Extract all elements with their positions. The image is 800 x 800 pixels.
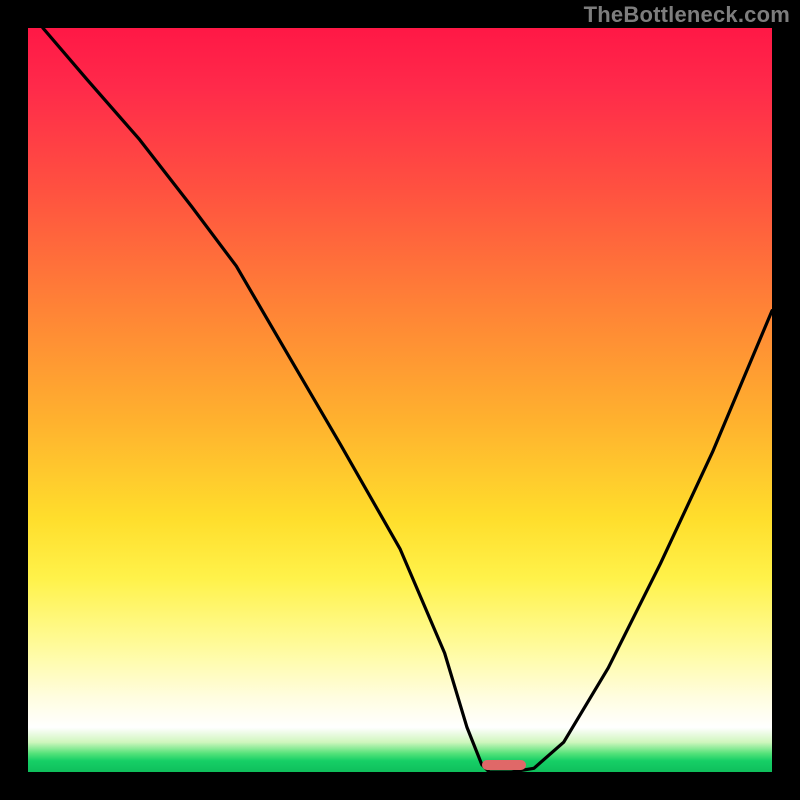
plot-area (28, 28, 772, 772)
watermark-text: TheBottleneck.com (584, 2, 790, 28)
optimal-marker (482, 760, 527, 770)
chart-frame: TheBottleneck.com (0, 0, 800, 800)
background-gradient (28, 28, 772, 772)
